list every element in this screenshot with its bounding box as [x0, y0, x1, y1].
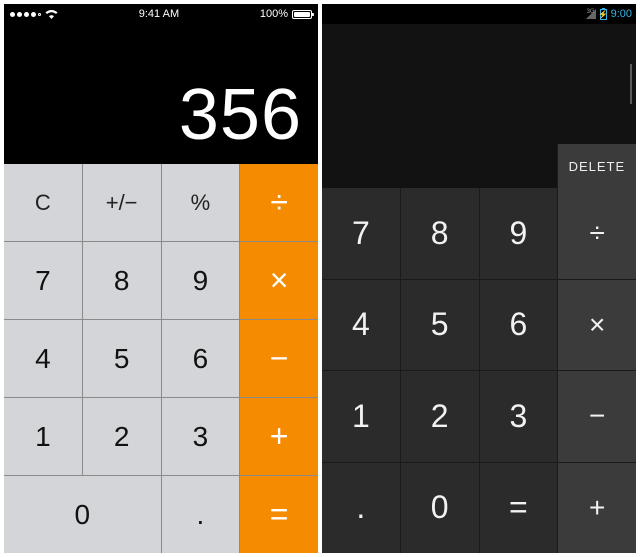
- display-value: 356: [179, 74, 302, 156]
- digit-9-button[interactable]: 9: [480, 188, 558, 279]
- digit-3-button[interactable]: 3: [162, 398, 240, 475]
- digit-7-button[interactable]: 7: [4, 242, 82, 319]
- digit-8-button[interactable]: 8: [83, 242, 161, 319]
- digit-1-button[interactable]: 1: [4, 398, 82, 475]
- ios-status-bar: 9:41 AM 100%: [4, 4, 318, 24]
- battery-percent: 100%: [260, 8, 288, 20]
- wifi-icon: [45, 10, 58, 19]
- divide-button[interactable]: ÷: [240, 164, 318, 241]
- digit-8-button[interactable]: 8: [401, 188, 479, 279]
- ios-keypad: C +/− % ÷ 7 8 9 × 4 5 6 − 1 2 3 + 0 . =: [4, 164, 318, 553]
- minus-button[interactable]: −: [558, 371, 636, 462]
- signal-icon: 3G: [586, 9, 596, 19]
- android-delete-row: DELETE: [322, 144, 636, 188]
- android-status-bar: 3G ⚡ 9:00: [322, 4, 636, 24]
- digit-4-button[interactable]: 4: [4, 320, 82, 397]
- battery-charging-icon: ⚡: [600, 9, 607, 20]
- cursor-icon: [630, 64, 632, 104]
- battery-icon: [292, 10, 312, 19]
- digit-3-button[interactable]: 3: [480, 371, 558, 462]
- digit-2-button[interactable]: 2: [83, 398, 161, 475]
- comparison-container: 9:41 AM 100% 356 C +/− % ÷ 7 8 9 × 4 5 6…: [0, 0, 640, 557]
- plus-button[interactable]: +: [240, 398, 318, 475]
- digit-5-button[interactable]: 5: [401, 280, 479, 371]
- percent-button[interactable]: %: [162, 164, 240, 241]
- decimal-button[interactable]: .: [162, 476, 240, 553]
- minus-button[interactable]: −: [240, 320, 318, 397]
- signal-dots-icon: [10, 12, 41, 17]
- decimal-button[interactable]: .: [322, 463, 400, 554]
- android-display[interactable]: [322, 24, 636, 144]
- divide-button[interactable]: ÷: [558, 188, 636, 279]
- digit-5-button[interactable]: 5: [83, 320, 161, 397]
- spacer: [322, 144, 557, 188]
- digit-9-button[interactable]: 9: [162, 242, 240, 319]
- status-time: 9:00: [611, 8, 632, 20]
- digit-2-button[interactable]: 2: [401, 371, 479, 462]
- ios-calculator-screen: 9:41 AM 100% 356 C +/− % ÷ 7 8 9 × 4 5 6…: [4, 4, 318, 553]
- clear-button[interactable]: C: [4, 164, 82, 241]
- digit-1-button[interactable]: 1: [322, 371, 400, 462]
- multiply-button[interactable]: ×: [240, 242, 318, 319]
- negate-button[interactable]: +/−: [83, 164, 161, 241]
- equals-button[interactable]: =: [240, 476, 318, 553]
- plus-button[interactable]: +: [558, 463, 636, 554]
- status-time: 9:41 AM: [139, 8, 179, 20]
- digit-0-button[interactable]: 0: [4, 476, 161, 553]
- digit-0-button[interactable]: 0: [401, 463, 479, 554]
- multiply-button[interactable]: ×: [558, 280, 636, 371]
- equals-button[interactable]: =: [480, 463, 558, 554]
- digit-6-button[interactable]: 6: [162, 320, 240, 397]
- android-calculator-screen: 3G ⚡ 9:00 DELETE 7 8 9 ÷ 4 5 6 × 1 2 3 −…: [322, 4, 636, 553]
- digit-6-button[interactable]: 6: [480, 280, 558, 371]
- delete-button[interactable]: DELETE: [557, 144, 636, 188]
- android-keypad: 7 8 9 ÷ 4 5 6 × 1 2 3 − . 0 = +: [322, 188, 636, 553]
- digit-4-button[interactable]: 4: [322, 280, 400, 371]
- ios-display: 356: [4, 24, 318, 164]
- digit-7-button[interactable]: 7: [322, 188, 400, 279]
